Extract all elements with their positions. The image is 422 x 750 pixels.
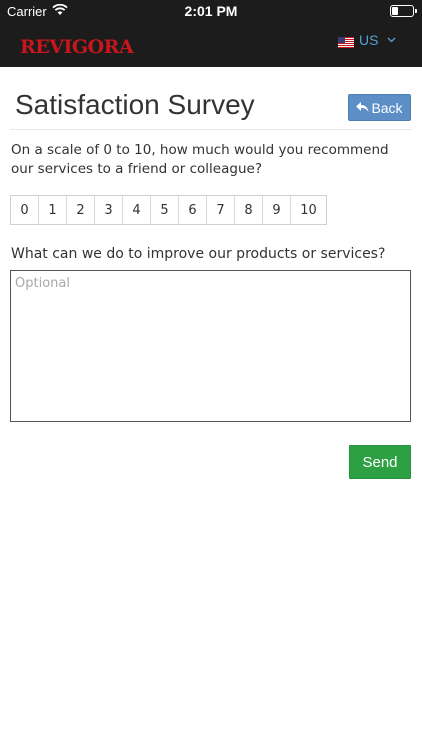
region-label: US bbox=[359, 32, 379, 48]
us-flag-icon bbox=[338, 35, 354, 48]
app-navbar: REVIGORA US bbox=[0, 22, 422, 67]
back-button-label: Back bbox=[371, 99, 403, 116]
battery-icon bbox=[390, 5, 417, 17]
chevron-down-icon bbox=[387, 34, 396, 46]
rating-option[interactable]: 0 bbox=[11, 196, 39, 224]
rating-option[interactable]: 10 bbox=[291, 196, 326, 224]
region-selector[interactable]: US bbox=[338, 32, 396, 48]
rating-option[interactable]: 6 bbox=[179, 196, 207, 224]
status-bar: Carrier 2:01 PM bbox=[0, 0, 422, 22]
rating-option[interactable]: 8 bbox=[235, 196, 263, 224]
battery-level-fill bbox=[392, 7, 398, 15]
rating-option[interactable]: 9 bbox=[263, 196, 291, 224]
title-divider bbox=[10, 129, 412, 130]
send-button[interactable]: Send bbox=[349, 445, 411, 479]
page-title: Satisfaction Survey bbox=[15, 89, 255, 120]
rating-option[interactable]: 7 bbox=[207, 196, 235, 224]
rating-option[interactable]: 4 bbox=[123, 196, 151, 224]
feedback-textarea[interactable] bbox=[10, 270, 411, 422]
reply-arrow-icon bbox=[356, 100, 369, 116]
rating-scale: 0 1 2 3 4 5 6 7 8 9 10 bbox=[10, 195, 327, 225]
rating-option[interactable]: 3 bbox=[95, 196, 123, 224]
improve-question: What can we do to improve our products o… bbox=[11, 246, 386, 262]
back-button[interactable]: Back bbox=[348, 94, 411, 121]
rating-option[interactable]: 1 bbox=[39, 196, 67, 224]
brand-logo[interactable]: REVIGORA bbox=[20, 36, 134, 58]
status-time: 2:01 PM bbox=[184, 3, 238, 19]
recommend-question: On a scale of 0 to 10, how much would yo… bbox=[11, 142, 389, 177]
rating-option[interactable]: 5 bbox=[151, 196, 179, 224]
rating-option[interactable]: 2 bbox=[67, 196, 95, 224]
